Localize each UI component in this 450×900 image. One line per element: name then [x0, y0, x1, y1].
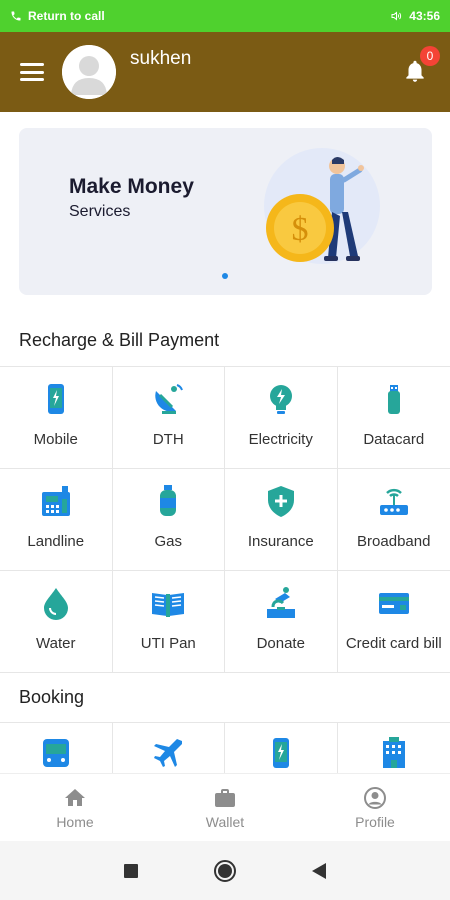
status-bar: Return to call 43:56 — [0, 0, 450, 32]
bulb-icon — [269, 385, 292, 414]
service-label: Credit card bill — [345, 635, 442, 652]
recharge-grid: Mobile DTH Electricity Datacard Landline… — [0, 366, 450, 673]
service-insurance[interactable]: Insurance — [225, 469, 338, 571]
satellite-dish-icon — [155, 384, 184, 414]
service-label: Electricity — [248, 431, 313, 448]
service-dth[interactable]: DTH — [112, 367, 225, 469]
notification-badge: 0 — [420, 46, 440, 66]
booking-grid — [0, 722, 450, 775]
nav-profile[interactable]: Profile — [300, 774, 450, 841]
service-uti-pan[interactable]: UTI Pan — [112, 571, 225, 673]
nav-home-label: Home — [56, 813, 94, 830]
profile-icon — [364, 786, 386, 809]
username: sukhen — [130, 48, 192, 69]
nav-wallet-label: Wallet — [205, 813, 245, 830]
nav-wallet[interactable]: Wallet — [150, 774, 300, 841]
building-icon — [382, 737, 405, 768]
booking-section-title: Booking — [19, 687, 85, 707]
water-drop-icon — [43, 588, 68, 620]
nav-profile-label: Profile — [355, 813, 395, 830]
service-mobile[interactable]: Mobile — [0, 367, 113, 469]
service-label: Datacard — [363, 431, 425, 448]
banner-subtitle: Services — [69, 203, 131, 220]
briefcase-icon — [215, 788, 235, 807]
menu-icon[interactable] — [20, 63, 44, 81]
plane-icon — [154, 739, 183, 767]
volume-icon — [391, 11, 402, 21]
recharge-section-title: Recharge & Bill Payment — [19, 330, 220, 350]
notification-bell-icon[interactable]: 0 — [402, 46, 440, 86]
booking-mobile[interactable] — [225, 723, 338, 775]
mobile-icon — [272, 738, 289, 768]
service-label: Landline — [27, 533, 85, 550]
service-label: Broadband — [357, 533, 431, 550]
clock: 43:56 — [409, 9, 440, 23]
credit-card-icon — [378, 593, 409, 614]
service-label: UTI Pan — [140, 635, 196, 652]
avatar[interactable] — [62, 45, 116, 99]
service-water[interactable]: Water — [0, 571, 113, 673]
service-donate[interactable]: Donate — [225, 571, 338, 673]
user-silhouette-icon — [62, 45, 116, 99]
service-label: Mobile — [33, 431, 78, 448]
bottom-navigation: Home Wallet Profile — [0, 773, 450, 841]
booking-flight[interactable] — [112, 723, 225, 775]
promo-banner[interactable]: Make Money Services $ — [19, 128, 432, 295]
bus-icon — [42, 739, 69, 767]
service-electricity[interactable]: Electricity — [225, 367, 338, 469]
gas-cylinder-icon — [160, 485, 177, 516]
service-datacard[interactable]: Datacard — [337, 367, 450, 469]
return-to-call-label: Return to call — [28, 9, 105, 23]
home-icon — [65, 788, 85, 806]
booking-bus[interactable] — [0, 723, 113, 775]
nav-home[interactable]: Home — [0, 774, 150, 841]
phone-call-icon — [11, 11, 21, 21]
router-icon — [379, 488, 408, 515]
service-label: DTH — [152, 431, 184, 448]
banner-title: Make Money — [69, 175, 194, 198]
usb-icon — [387, 385, 400, 414]
back-icon[interactable] — [311, 862, 327, 880]
service-label: Water — [36, 635, 76, 652]
shield-icon — [267, 486, 294, 517]
return-to-call[interactable]: Return to call — [10, 9, 105, 23]
service-label: Donate — [256, 635, 305, 652]
booking-hotel[interactable] — [337, 723, 450, 775]
service-broadband[interactable]: Broadband — [337, 469, 450, 571]
service-gas[interactable]: Gas — [112, 469, 225, 571]
svg-text:$: $ — [292, 211, 309, 248]
system-navigation-bar — [0, 841, 450, 900]
donate-icon — [266, 587, 295, 618]
service-landline[interactable]: Landline — [0, 469, 113, 571]
recents-icon[interactable] — [123, 863, 139, 879]
service-label: Gas — [154, 533, 182, 550]
carousel-indicator[interactable] — [222, 273, 228, 279]
service-credit-card-bill[interactable]: Credit card bill — [337, 571, 450, 673]
service-label: Insurance — [247, 533, 314, 550]
home-button-icon[interactable] — [213, 859, 237, 883]
book-icon — [152, 593, 185, 617]
phone-icon — [41, 486, 70, 516]
man-with-coin-illustration: $ — [264, 148, 380, 264]
mobile-icon — [47, 384, 64, 414]
app-header: sukhen 0 — [0, 32, 450, 112]
